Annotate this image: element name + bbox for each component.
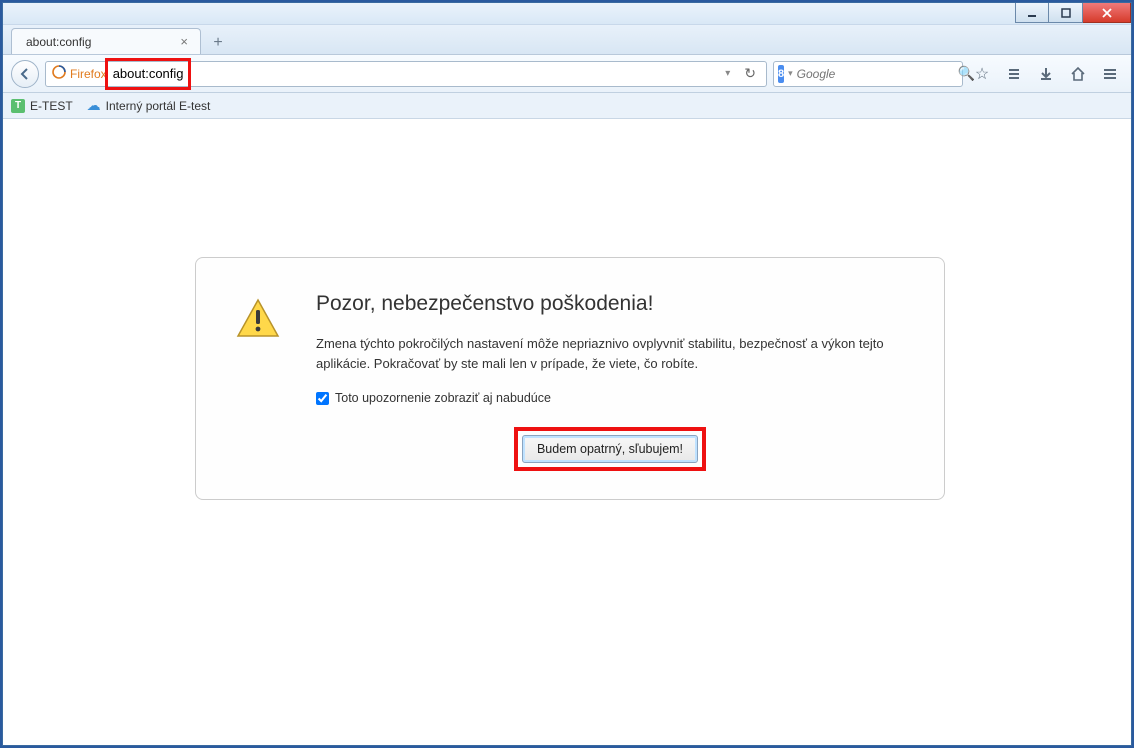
about-config-warning-panel: Pozor, nebezpečenstvo poškodenia! Zmena …: [195, 257, 945, 500]
bookmarks-toolbar: T E-TEST ☁ Interný portál E-test: [3, 93, 1131, 119]
hamburger-menu-button[interactable]: [1097, 61, 1123, 87]
warning-checkbox-row[interactable]: Toto upozornenie zobraziť aj nabudúce: [316, 391, 904, 405]
tab-about-config[interactable]: about:config ×: [11, 28, 201, 54]
reload-button[interactable]: ↻: [740, 65, 760, 82]
window-minimize-button[interactable]: [1015, 3, 1049, 23]
page-content: Pozor, nebezpečenstvo poškodenia! Zmena …: [3, 119, 1131, 745]
library-button[interactable]: [1001, 61, 1027, 87]
navigation-toolbar: Firefox ▾ ↻ 8 ▾ 🔍 ☆: [3, 55, 1131, 93]
tab-title: about:config: [26, 35, 91, 49]
identity-label: Firefox: [70, 67, 107, 81]
bookmark-star-button[interactable]: ☆: [969, 61, 995, 87]
show-warning-checkbox[interactable]: [316, 392, 329, 405]
url-bar-container: Firefox ▾ ↻: [45, 61, 767, 87]
bookmark-favicon: T: [11, 99, 25, 113]
search-engine-icon[interactable]: 8: [778, 65, 784, 83]
new-tab-button[interactable]: +: [205, 32, 231, 54]
browser-window: about:config × + Firefox ▾ ↻: [2, 2, 1132, 746]
warning-title: Pozor, nebezpečenstvo poškodenia!: [316, 292, 904, 316]
cloud-icon: ☁: [87, 97, 101, 114]
window-close-button[interactable]: [1083, 3, 1131, 23]
bookmark-item-interny-portal[interactable]: ☁ Interný portál E-test: [87, 97, 211, 114]
warning-icon-column: [236, 292, 286, 471]
tab-strip: about:config × +: [3, 25, 1131, 55]
accept-risk-button[interactable]: Budem opatrný, sľubujem!: [522, 435, 698, 463]
downloads-button[interactable]: [1033, 61, 1059, 87]
search-bar[interactable]: 8 ▾ 🔍: [773, 61, 963, 87]
annotation-highlight-button: Budem opatrný, sľubujem!: [514, 427, 706, 471]
bookmark-item-etest[interactable]: T E-TEST: [11, 99, 73, 113]
bookmark-label: Interný portál E-test: [106, 99, 211, 113]
window-titlebar: [3, 3, 1131, 25]
bookmark-label: E-TEST: [30, 99, 73, 113]
url-history-dropdown[interactable]: ▾: [721, 68, 734, 79]
checkbox-label: Toto upozornenie zobraziť aj nabudúce: [335, 391, 551, 405]
url-bar[interactable]: Firefox ▾ ↻: [45, 61, 767, 87]
search-input[interactable]: [797, 67, 954, 81]
back-button[interactable]: [11, 60, 39, 88]
tab-close-button[interactable]: ×: [178, 34, 190, 49]
warning-button-row: Budem opatrný, sľubujem!: [316, 427, 904, 471]
search-engine-dropdown[interactable]: ▾: [788, 68, 793, 79]
window-maximize-button[interactable]: [1049, 3, 1083, 23]
window-controls: [1015, 3, 1131, 24]
firefox-icon: [52, 65, 66, 82]
warning-body: Pozor, nebezpečenstvo poškodenia! Zmena …: [316, 292, 904, 471]
warning-triangle-icon: [236, 298, 280, 338]
warning-text: Zmena týchto pokročilých nastavení môže …: [316, 334, 904, 373]
home-button[interactable]: [1065, 61, 1091, 87]
site-identity[interactable]: Firefox: [52, 65, 107, 82]
url-input[interactable]: [113, 64, 716, 83]
